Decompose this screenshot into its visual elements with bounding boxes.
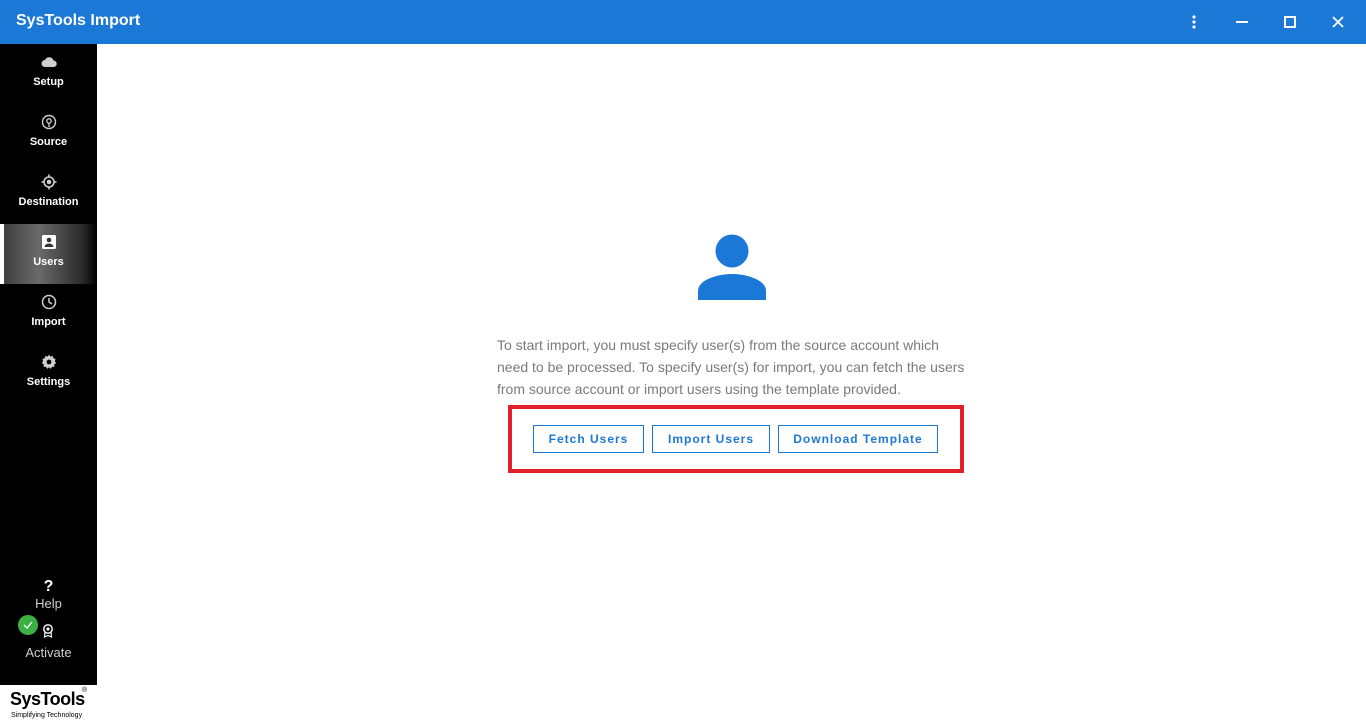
sidebar-item-label: Setup xyxy=(33,76,64,88)
user-avatar-icon xyxy=(697,234,767,304)
brand-name: SysTools xyxy=(10,689,85,709)
more-options-icon[interactable] xyxy=(1181,10,1207,34)
main-panel: To start import, you must specify user(s… xyxy=(97,44,1366,727)
users-icon xyxy=(41,234,57,250)
brand-logo: SysTools ® Simplifying Technology xyxy=(0,685,97,727)
help-label: Help xyxy=(35,596,62,611)
badge-icon xyxy=(42,624,54,641)
close-icon[interactable] xyxy=(1325,10,1351,34)
sidebar: Setup Source Destination Users Import Se… xyxy=(0,44,97,727)
source-icon xyxy=(41,114,57,130)
destination-icon xyxy=(41,174,57,190)
import-users-button[interactable]: Import Users xyxy=(652,425,770,453)
sidebar-item-users[interactable]: Users xyxy=(0,224,97,284)
activate-label: Activate xyxy=(25,645,72,660)
sidebar-item-source[interactable]: Source xyxy=(0,104,97,164)
sidebar-item-label: Destination xyxy=(18,196,79,208)
sidebar-item-setup[interactable]: Setup xyxy=(0,44,97,104)
instruction-text: To start import, you must specify user(s… xyxy=(497,337,965,397)
sidebar-item-import[interactable]: Import xyxy=(0,284,97,344)
app-title: SysTools Import xyxy=(16,12,141,29)
clock-icon xyxy=(41,294,57,310)
gear-icon xyxy=(41,354,57,370)
sidebar-item-label: Users xyxy=(33,256,64,268)
sidebar-item-settings[interactable]: Settings xyxy=(0,344,97,404)
download-template-button[interactable]: Download Template xyxy=(778,425,938,453)
cloud-icon xyxy=(41,54,57,70)
question-icon: ? xyxy=(43,578,54,595)
sidebar-item-label: Source xyxy=(29,136,68,148)
status-check-icon xyxy=(18,615,38,635)
sidebar-item-destination[interactable]: Destination xyxy=(0,164,97,224)
minimize-icon[interactable] xyxy=(1229,10,1255,34)
fetch-users-button[interactable]: Fetch Users xyxy=(533,425,644,453)
help-link[interactable]: ? Help xyxy=(0,578,97,611)
activate-link[interactable]: Activate xyxy=(0,615,97,660)
sidebar-item-label: Settings xyxy=(26,376,71,388)
brand-tagline: Simplifying Technology xyxy=(11,712,83,719)
sidebar-item-label: Import xyxy=(31,316,66,328)
brand-registered: ® xyxy=(82,687,88,694)
maximize-icon[interactable] xyxy=(1277,10,1303,34)
title-bar: SysTools Import xyxy=(0,0,1366,44)
